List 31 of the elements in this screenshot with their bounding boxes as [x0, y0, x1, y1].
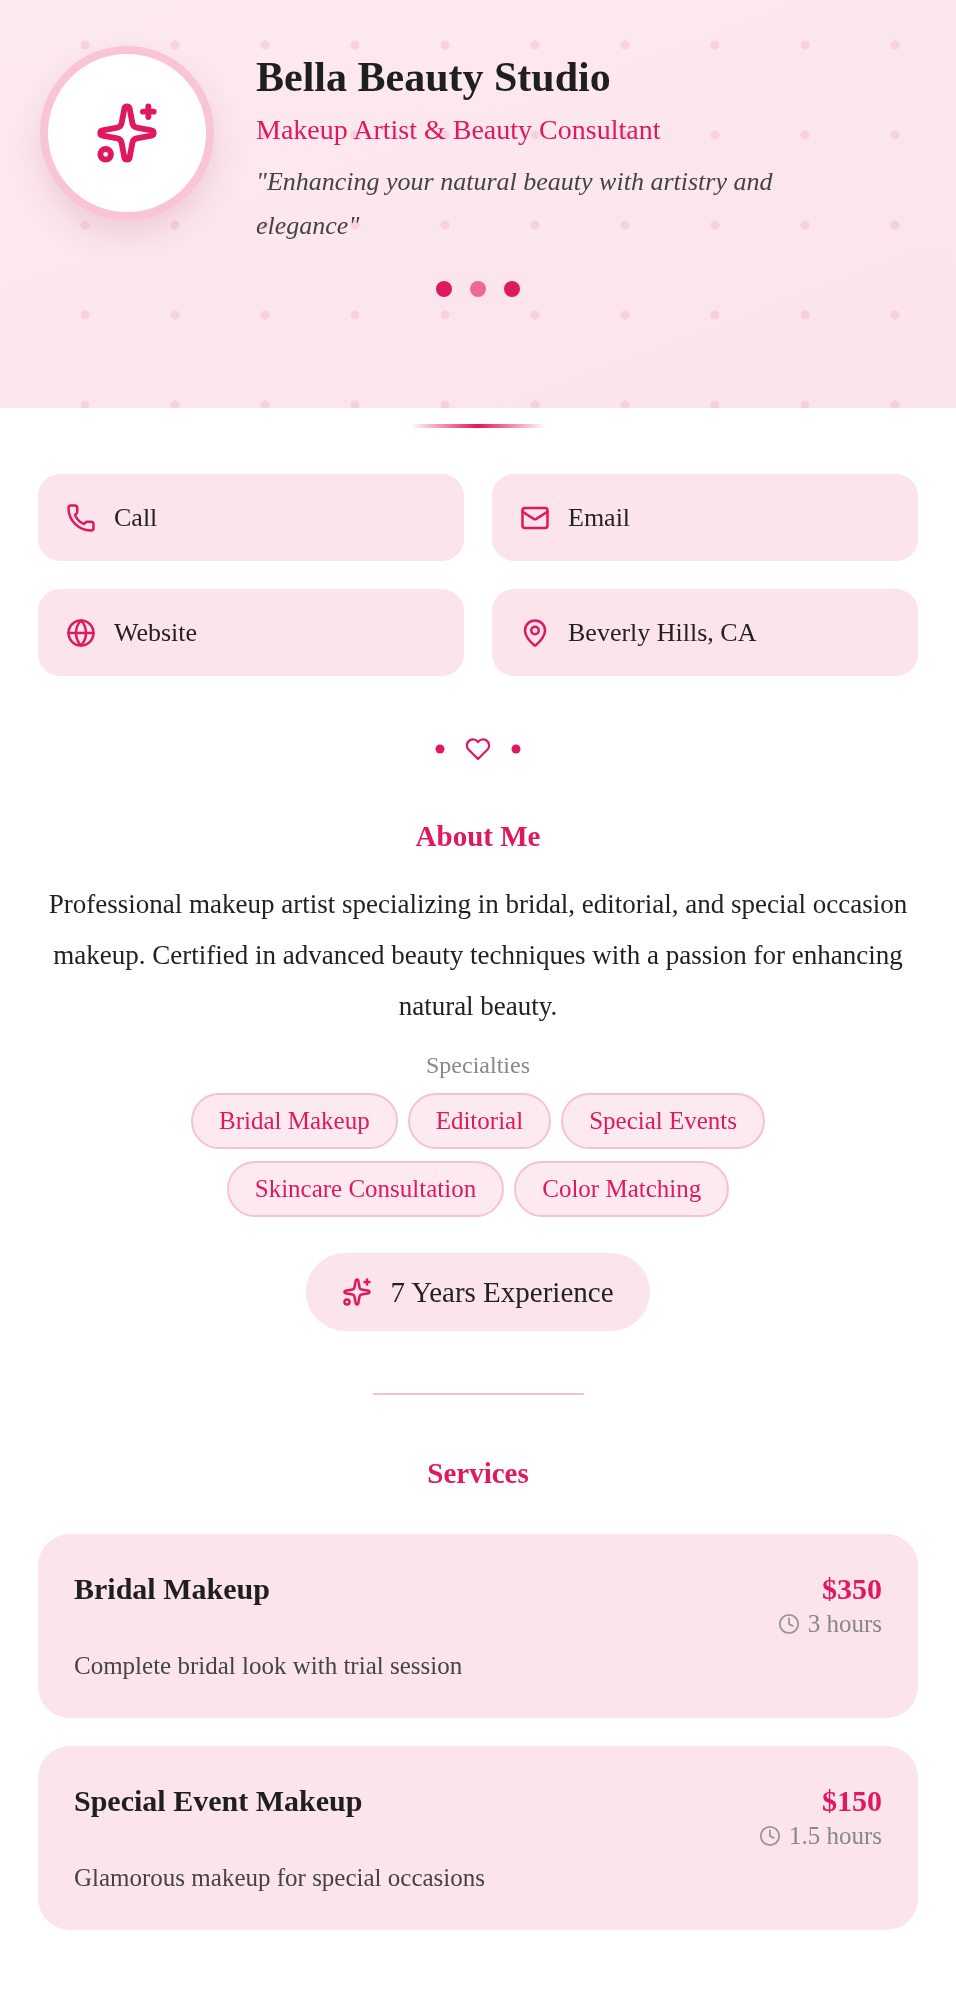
contact-button[interactable]: Call [38, 474, 464, 561]
sparkles-icon [342, 1277, 373, 1307]
about-text: Professional makeup artist specializing in bridal, editorial, and special occasion makeup. Certified in advanced beauty techniques with a passion for enhancing natural beauty. [47, 888, 909, 1023]
sparkles-icon [95, 101, 159, 165]
globe-icon [66, 617, 96, 648]
clock-icon [777, 1613, 800, 1635]
service-title: Bridal Makeup [74, 1572, 270, 1606]
tagline: "Enhancing your natural beauty with artistry and elegance" [256, 166, 774, 243]
specialties-label: Specialties [426, 1052, 530, 1079]
specialty-tag: Bridal Makeup [190, 1093, 398, 1149]
service-duration: 1.5 hours [788, 1822, 882, 1850]
contact-button[interactable]: Website [38, 589, 464, 676]
contact-button[interactable]: Email [492, 474, 918, 561]
service-description: Complete bridal look with trial session [74, 1652, 464, 1680]
service-price: $350 [822, 1572, 882, 1606]
specialty-tag: Skincare Consultation [226, 1161, 505, 1217]
experience-text: 7 Years Experience [390, 1275, 614, 1309]
section-heading: About Me [415, 820, 541, 853]
contact-button[interactable]: Beverly Hills, CA [492, 589, 918, 676]
service-price: $150 [822, 1784, 882, 1818]
service-title: Special Event Makeup [74, 1784, 363, 1818]
specialty-tag: Color Matching [514, 1161, 730, 1217]
section-heading: Services [427, 1457, 529, 1490]
service-duration: 3 hours [807, 1610, 882, 1638]
specialty-tag: Special Events [561, 1093, 765, 1149]
service-description: Glamorous makeup for special occasions [74, 1864, 486, 1892]
phone-icon [66, 502, 96, 533]
clock-icon [758, 1825, 781, 1847]
specialty-tag: Editorial [407, 1093, 552, 1149]
studio-name: Bella Beauty Studio [256, 54, 612, 101]
role-title: Makeup Artist & Beauty Consultant [256, 114, 662, 147]
